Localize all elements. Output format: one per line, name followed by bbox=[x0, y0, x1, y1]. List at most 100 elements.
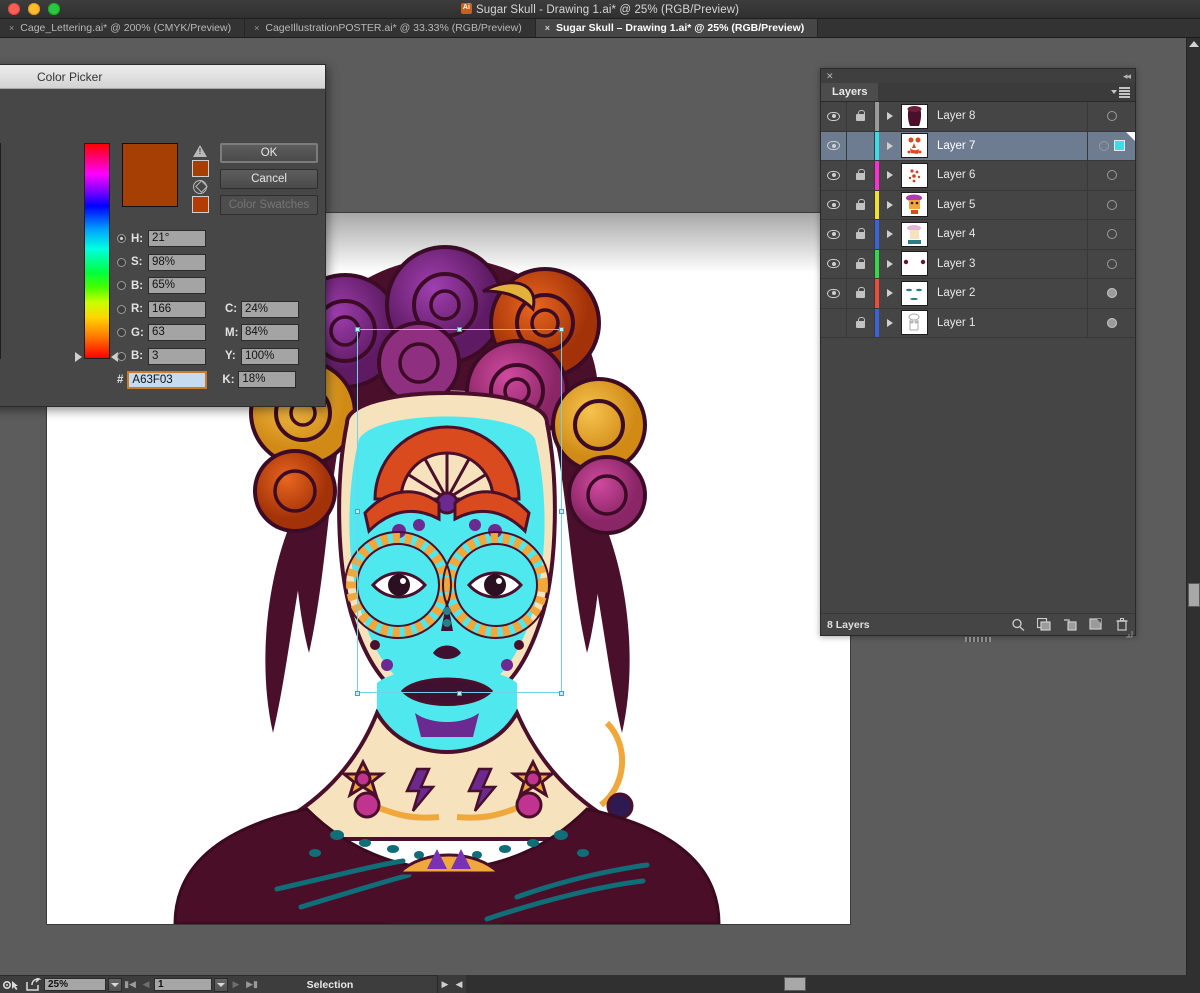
hue-input[interactable]: 21° bbox=[148, 230, 206, 247]
saturation-brightness-field[interactable] bbox=[0, 143, 1, 359]
ok-button[interactable]: OK bbox=[220, 143, 318, 163]
color-picker-dialog[interactable]: Color Picker OK Cancel Color Swatches bbox=[0, 64, 326, 407]
layers-list[interactable]: Layer 8 Layer 7 Layer 6 Layer 5 Layer 4 … bbox=[821, 102, 1135, 338]
horizontal-scrollbar[interactable]: ▶ ◀ bbox=[437, 975, 1200, 993]
zoom-dropdown-button[interactable] bbox=[108, 977, 122, 992]
layer-target-cell[interactable] bbox=[1087, 102, 1135, 131]
radio-green[interactable] bbox=[117, 328, 126, 337]
layer-expand-toggle[interactable] bbox=[879, 112, 901, 121]
tab-cage-lettering[interactable]: × Cage_Lettering.ai* @ 200% (CMYK/Previe… bbox=[0, 19, 246, 37]
red-field-row[interactable]: R: 166 C: 24% bbox=[117, 300, 299, 319]
scroll-right-icon[interactable]: ▶ bbox=[438, 979, 452, 990]
layer-expand-toggle[interactable] bbox=[879, 318, 901, 327]
table-row[interactable]: Layer 7 bbox=[821, 131, 1135, 161]
layer-lock-toggle[interactable] bbox=[847, 220, 875, 249]
radio-brightness[interactable] bbox=[117, 281, 126, 290]
panel-drag-grip[interactable] bbox=[965, 637, 991, 642]
layer-target-cell[interactable] bbox=[1087, 220, 1135, 249]
target-circle-icon[interactable] bbox=[1106, 111, 1117, 122]
radio-hue[interactable] bbox=[117, 234, 126, 243]
layer-expand-toggle[interactable] bbox=[879, 289, 901, 298]
layer-expand-toggle[interactable] bbox=[879, 259, 901, 268]
close-icon[interactable]: × bbox=[254, 23, 259, 33]
target-circle-icon[interactable] bbox=[1106, 170, 1117, 181]
collapse-icon[interactable]: ◂◂ bbox=[1123, 71, 1131, 82]
radio-red[interactable] bbox=[117, 304, 126, 314]
layer-visibility-toggle[interactable] bbox=[821, 220, 847, 249]
create-new-layer-icon[interactable] bbox=[1089, 618, 1103, 631]
layer-lock-toggle[interactable] bbox=[847, 190, 875, 219]
target-circle-icon[interactable] bbox=[1098, 140, 1109, 151]
layer-name[interactable]: Layer 8 bbox=[937, 110, 1087, 122]
zoom-level-input[interactable]: 25% bbox=[44, 978, 106, 991]
table-row[interactable]: Layer 4 bbox=[821, 220, 1135, 250]
red-input[interactable]: 166 bbox=[148, 300, 206, 318]
target-circle-icon[interactable] bbox=[1106, 317, 1117, 328]
table-row[interactable]: Layer 1 bbox=[821, 308, 1135, 338]
close-icon[interactable]: × bbox=[9, 23, 14, 33]
magenta-input[interactable]: 84% bbox=[241, 324, 299, 341]
scroll-up-icon[interactable] bbox=[1189, 41, 1199, 47]
saturation-input[interactable]: 98% bbox=[148, 253, 206, 271]
black-input[interactable]: 18% bbox=[238, 371, 297, 388]
table-row[interactable]: Layer 6 bbox=[821, 161, 1135, 191]
layers-panel[interactable]: ✕ ◂◂ Layers Layer 8 Layer 7 Layer 6 Laye… bbox=[820, 68, 1136, 642]
green-field-row[interactable]: G: 63 M: 84% bbox=[117, 323, 299, 342]
layer-name[interactable]: Layer 5 bbox=[937, 199, 1087, 211]
hue-slider[interactable] bbox=[84, 143, 110, 359]
vertical-scrollbar[interactable] bbox=[1186, 38, 1200, 975]
panel-resize-grip[interactable] bbox=[1125, 625, 1133, 638]
tab-cage-illustration-poster[interactable]: × CageIllustrationPOSTER.ai* @ 33.33% (R… bbox=[245, 19, 536, 37]
previous-artboard-button[interactable]: ◀ bbox=[138, 979, 154, 990]
saturation-field-row[interactable]: S: 98% bbox=[117, 253, 299, 272]
close-icon[interactable]: ✕ bbox=[826, 71, 834, 81]
layer-name[interactable]: Layer 6 bbox=[937, 169, 1087, 181]
web-safe-swatch[interactable] bbox=[191, 196, 209, 213]
next-artboard-button[interactable]: ▶ bbox=[228, 979, 244, 990]
layer-lock-toggle[interactable] bbox=[847, 308, 875, 337]
layer-name[interactable]: Layer 7 bbox=[937, 140, 1087, 152]
create-new-sublayer-icon[interactable] bbox=[1063, 618, 1077, 631]
table-row[interactable]: Layer 8 bbox=[821, 102, 1135, 132]
hex-field-row[interactable]: # A63F03 K: 18% bbox=[117, 370, 299, 389]
layers-panel-tools[interactable] bbox=[1011, 617, 1129, 631]
layer-lock-toggle[interactable] bbox=[847, 131, 875, 160]
layer-expand-toggle[interactable] bbox=[879, 171, 901, 180]
cancel-button[interactable]: Cancel bbox=[220, 169, 318, 189]
layer-lock-toggle[interactable] bbox=[847, 249, 875, 278]
blue-input[interactable]: 3 bbox=[148, 347, 206, 365]
layer-name[interactable]: Layer 4 bbox=[937, 228, 1087, 240]
warning-triangle-icon[interactable] bbox=[193, 145, 207, 157]
make-clipping-mask-icon[interactable] bbox=[1036, 617, 1051, 631]
target-circle-icon[interactable] bbox=[1106, 199, 1117, 210]
table-row[interactable]: Layer 3 bbox=[821, 249, 1135, 279]
green-input[interactable]: 63 bbox=[148, 324, 206, 341]
tab-layers[interactable]: Layers bbox=[821, 83, 879, 101]
artboard-dropdown-button[interactable] bbox=[214, 977, 228, 992]
radio-saturation[interactable] bbox=[117, 257, 126, 267]
scroll-left-icon[interactable]: ◀ bbox=[452, 979, 466, 990]
color-picker-buttons[interactable]: OK Cancel Color Swatches bbox=[220, 143, 318, 221]
layer-visibility-toggle[interactable] bbox=[821, 102, 847, 131]
layer-expand-toggle[interactable] bbox=[879, 141, 901, 150]
artboard-number-input[interactable]: 1 bbox=[154, 978, 212, 991]
layer-target-cell[interactable] bbox=[1087, 279, 1135, 308]
layer-lock-toggle[interactable] bbox=[847, 279, 875, 308]
web-cube-icon[interactable] bbox=[193, 180, 207, 194]
layer-name[interactable]: Layer 2 bbox=[937, 287, 1087, 299]
horizontal-scroll-thumb[interactable] bbox=[784, 977, 806, 991]
layer-name[interactable]: Layer 3 bbox=[937, 258, 1087, 270]
layer-target-cell[interactable] bbox=[1087, 249, 1135, 278]
horizontal-scroll-track[interactable] bbox=[466, 975, 1200, 993]
panel-menu-icon[interactable] bbox=[1111, 87, 1130, 98]
layer-visibility-toggle[interactable] bbox=[821, 161, 847, 190]
layer-target-cell[interactable] bbox=[1087, 161, 1135, 190]
in-gamut-swatch[interactable] bbox=[191, 160, 209, 177]
yellow-input[interactable]: 100% bbox=[241, 347, 299, 365]
target-circle-icon[interactable] bbox=[1106, 258, 1117, 269]
layer-target-cell[interactable] bbox=[1087, 190, 1135, 219]
layer-visibility-toggle[interactable] bbox=[821, 308, 847, 337]
layer-lock-toggle[interactable] bbox=[847, 102, 875, 131]
layer-expand-toggle[interactable] bbox=[879, 230, 901, 239]
layer-name[interactable]: Layer 1 bbox=[937, 317, 1087, 329]
